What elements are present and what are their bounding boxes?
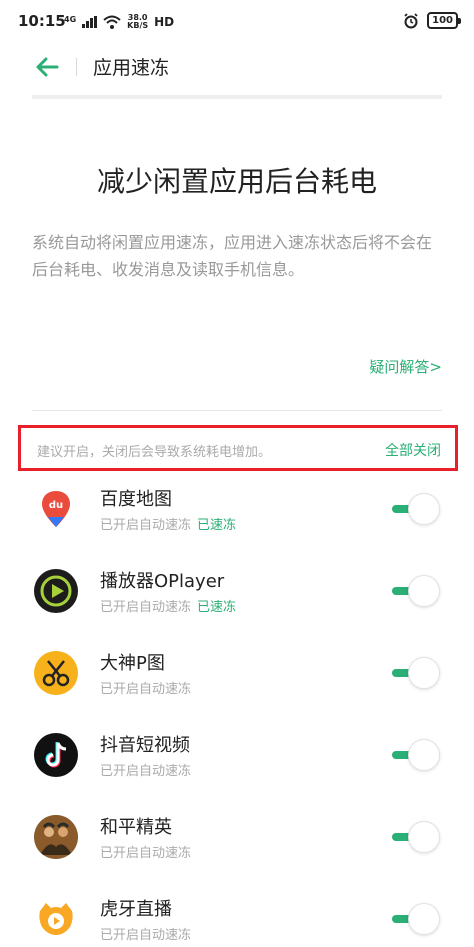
app-status-text: 已开启自动速冻 bbox=[100, 764, 192, 779]
wifi-icon bbox=[103, 15, 121, 29]
battery-icon: 100 bbox=[427, 12, 461, 29]
app-status: 已开启自动速冻 bbox=[100, 924, 191, 943]
toolbar-divider bbox=[76, 58, 77, 76]
close-all-button[interactable]: 全部关闭 bbox=[385, 440, 441, 460]
freeze-toggle[interactable] bbox=[390, 902, 442, 936]
page-title: 应用速冻 bbox=[93, 57, 170, 79]
app-status-text: 已开启自动速冻 bbox=[100, 928, 192, 943]
description: 系统自动将闲置应用速冻，应用进入速冻状态后将不会在后台耗电、收发消息及读取手机信… bbox=[32, 233, 433, 279]
app-status: 已开启自动速冻 bbox=[100, 678, 191, 697]
freeze-toggle[interactable] bbox=[390, 820, 442, 854]
hd-badge: HD bbox=[154, 15, 175, 29]
back-button[interactable] bbox=[30, 52, 64, 82]
dashen-ptu-icon bbox=[34, 651, 78, 695]
app-status: 已开启自动速冻 bbox=[100, 842, 191, 861]
network-type: 4G bbox=[64, 14, 77, 24]
signal-icon bbox=[82, 16, 98, 28]
peace-elite-icon bbox=[34, 815, 78, 859]
app-status-text: 已开启自动速冻 bbox=[100, 600, 192, 615]
svg-text:du: du bbox=[49, 500, 63, 511]
frozen-badge: 已速冻 bbox=[197, 600, 237, 615]
freeze-toggle[interactable] bbox=[390, 738, 442, 772]
toolbar: 应用速冻 bbox=[0, 44, 474, 94]
faq-link[interactable]: 疑问解答> bbox=[369, 356, 442, 377]
notice-bar: 建议开启，关闭后会导致系统耗电增加。 全部关闭 bbox=[18, 425, 458, 471]
status-right: 100 bbox=[403, 12, 461, 29]
app-name: 和平精英 bbox=[100, 817, 172, 838]
toolbar-underline bbox=[32, 95, 442, 99]
huya-icon bbox=[34, 897, 78, 941]
app-list: du 百度地图 已开启自动速冻 已速冻 播放器OPlayer 已开启自动速冻 已速冻… bbox=[0, 478, 474, 947]
status-time: 10:15 bbox=[18, 12, 66, 30]
freeze-toggle[interactable] bbox=[390, 492, 442, 526]
freeze-toggle[interactable] bbox=[390, 574, 442, 608]
app-status-text: 已开启自动速冻 bbox=[100, 682, 192, 697]
app-name: 播放器OPlayer bbox=[100, 571, 225, 592]
status-icons: 4G 38.0 KB/S HD bbox=[64, 12, 174, 32]
section-divider bbox=[32, 410, 442, 411]
alarm-icon bbox=[404, 12, 418, 28]
app-name: 大神P图 bbox=[100, 653, 165, 674]
app-status-text: 已开启自动速冻 bbox=[100, 518, 192, 533]
baidu-map-icon: du bbox=[34, 487, 78, 531]
douyin-icon bbox=[34, 733, 78, 777]
battery-level: 100 bbox=[432, 15, 453, 26]
list-item: 大神P图 已开启自动速冻 bbox=[0, 642, 474, 724]
oplayer-icon bbox=[34, 569, 78, 613]
headline: 减少闲置应用后台耗电 bbox=[96, 165, 377, 198]
arrow-left-icon bbox=[36, 57, 59, 77]
app-name: 抖音短视频 bbox=[100, 735, 190, 756]
app-name: 百度地图 bbox=[100, 489, 172, 510]
net-speed: 38.0 KB/S bbox=[127, 14, 148, 30]
list-item: 抖音短视频 已开启自动速冻 bbox=[0, 724, 474, 806]
list-item: 播放器OPlayer 已开启自动速冻 已速冻 bbox=[0, 560, 474, 642]
app-status: 已开启自动速冻 已速冻 bbox=[100, 514, 236, 533]
list-item: 虎牙直播 已开启自动速冻 bbox=[0, 888, 474, 947]
app-status: 已开启自动速冻 bbox=[100, 760, 191, 779]
status-bar: 10:15 4G 38.0 KB/S HD 100 bbox=[0, 0, 474, 44]
app-name: 虎牙直播 bbox=[100, 899, 172, 920]
list-item: du 百度地图 已开启自动速冻 已速冻 bbox=[0, 478, 474, 560]
app-status-text: 已开启自动速冻 bbox=[100, 846, 192, 861]
frozen-badge: 已速冻 bbox=[197, 518, 237, 533]
net-speed-unit: KB/S bbox=[127, 21, 149, 30]
app-status: 已开启自动速冻 已速冻 bbox=[100, 596, 236, 615]
list-item: 和平精英 已开启自动速冻 bbox=[0, 806, 474, 888]
notice-text: 建议开启，关闭后会导致系统耗电增加。 bbox=[37, 445, 272, 460]
freeze-toggle[interactable] bbox=[390, 656, 442, 690]
